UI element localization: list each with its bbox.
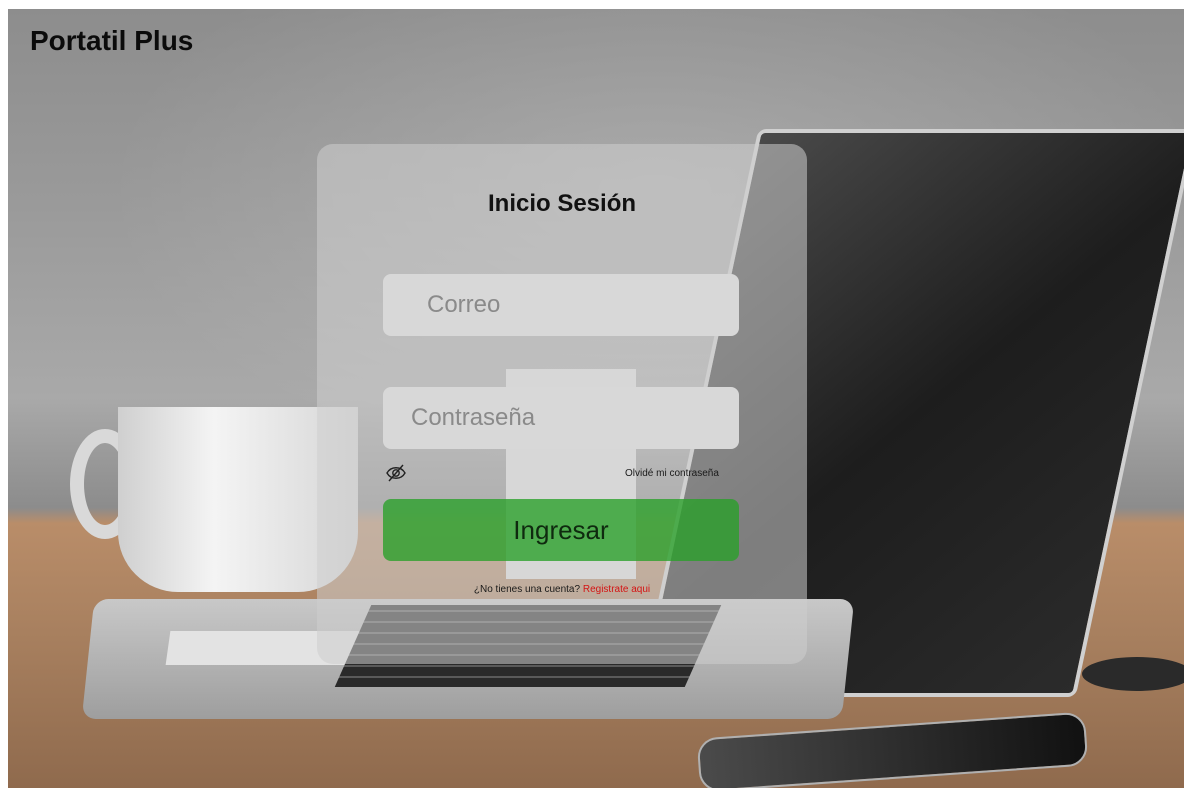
password-field[interactable] — [383, 387, 739, 449]
eye-slash-icon[interactable] — [385, 462, 407, 484]
signup-prompt: ¿No tienes una cuenta? — [473, 584, 581, 595]
login-title: Inicio Sesión — [487, 190, 637, 217]
email-field[interactable] — [383, 274, 739, 336]
login-button[interactable]: Ingresar — [383, 499, 739, 561]
forgot-password-link[interactable]: Olvidé mi contraseña — [625, 468, 719, 479]
login-screen: Portatil Plus Inicio Sesión Olvidé mi co… — [8, 9, 1184, 788]
login-card: Inicio Sesión Olvidé mi contraseña Ingre… — [317, 144, 807, 664]
signup-link[interactable]: Registrate aqui — [583, 584, 650, 595]
signup-row: ¿No tienes una cuenta? Registrate aqui — [317, 584, 807, 595]
brand-title: Portatil Plus — [30, 25, 194, 56]
background-lens-cap — [1082, 657, 1184, 691]
background-phone — [696, 711, 1089, 788]
